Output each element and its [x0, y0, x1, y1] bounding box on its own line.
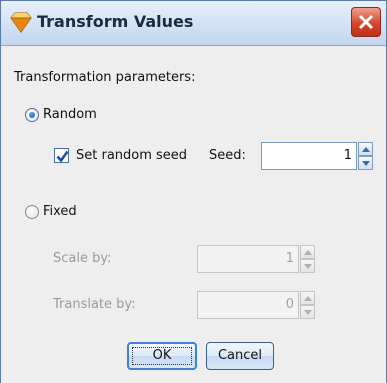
fixed-radio[interactable]	[25, 205, 39, 219]
focus-rectangle	[132, 347, 192, 365]
seed-spinner[interactable]	[358, 142, 373, 170]
seed-checkbox-label[interactable]: Set random seed	[76, 148, 187, 163]
seed-checkbox[interactable]	[54, 148, 69, 163]
arrow-up-icon	[304, 250, 312, 255]
transform-values-dialog: Transform Values Transformation paramete…	[0, 0, 387, 383]
cancel-button[interactable]: Cancel	[206, 342, 274, 370]
translate-by-input[interactable]: 0	[197, 291, 299, 319]
arrow-down-icon	[362, 161, 370, 166]
scale-by-decrement-button[interactable]	[300, 259, 315, 273]
close-icon	[358, 14, 374, 30]
title-bar[interactable]: Transform Values	[1, 1, 386, 46]
translate-by-increment-button[interactable]	[300, 291, 315, 305]
radio-selected-dot	[29, 112, 35, 118]
arrow-down-icon	[304, 310, 312, 315]
section-label: Transformation parameters:	[14, 70, 196, 85]
arrow-up-icon	[304, 296, 312, 301]
random-label[interactable]: Random	[43, 107, 97, 122]
diamond-icon	[10, 11, 32, 33]
checkmark-icon	[56, 150, 69, 163]
scale-by-spinner[interactable]	[300, 245, 315, 273]
fixed-label[interactable]: Fixed	[43, 204, 77, 219]
random-radio[interactable]	[25, 108, 39, 122]
translate-by-spinner[interactable]	[300, 291, 315, 319]
scale-by-increment-button[interactable]	[300, 245, 315, 259]
translate-by-label: Translate by:	[53, 297, 136, 312]
seed-label: Seed:	[209, 148, 246, 163]
scale-by-label: Scale by:	[53, 251, 112, 266]
cancel-button-label: Cancel	[217, 348, 263, 363]
dialog-content: Transformation parameters: Random Set ra…	[1, 46, 386, 383]
seed-decrement-button[interactable]	[358, 156, 373, 170]
ok-button[interactable]: OK	[127, 342, 197, 370]
arrow-down-icon	[304, 264, 312, 269]
arrow-up-icon	[362, 147, 370, 152]
seed-input[interactable]: 1	[261, 142, 357, 170]
close-button[interactable]	[351, 7, 381, 37]
window-title: Transform Values	[37, 12, 194, 31]
scale-by-input[interactable]: 1	[197, 245, 299, 273]
seed-increment-button[interactable]	[358, 142, 373, 156]
translate-by-decrement-button[interactable]	[300, 305, 315, 319]
